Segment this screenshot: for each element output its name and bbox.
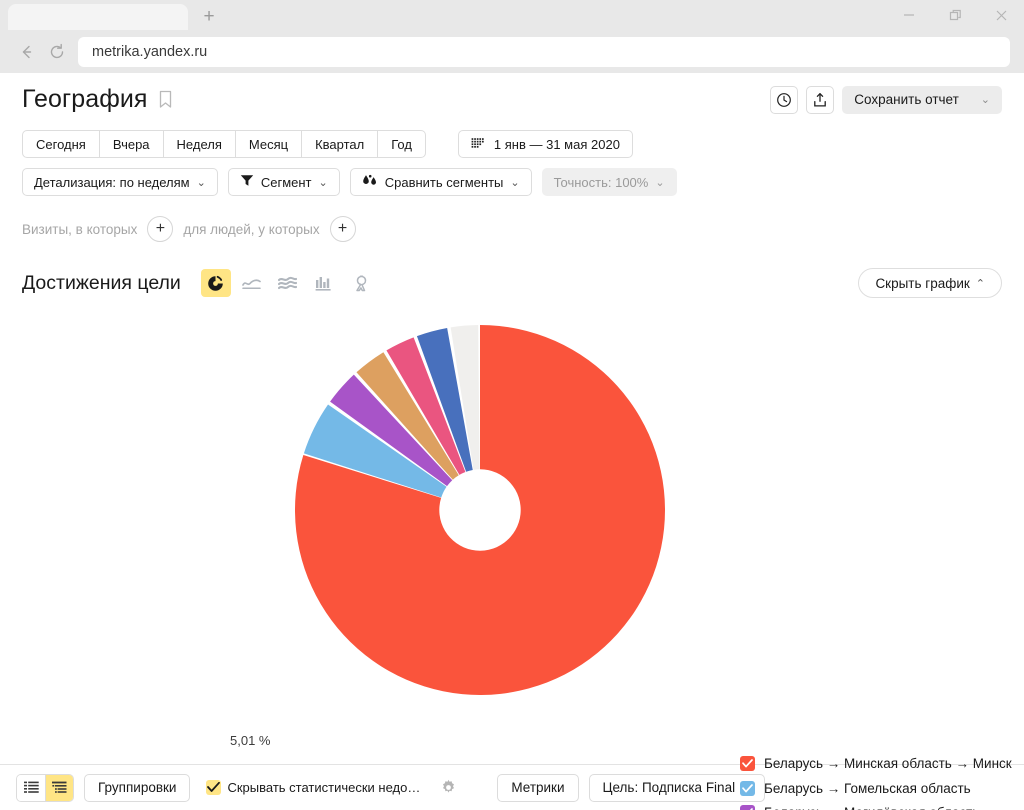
metrics-label: Метрики	[511, 780, 565, 795]
hide-chart-label: Скрыть график	[875, 275, 970, 291]
period-tab-group: Сегодня Вчера Неделя Месяц Квартал Год	[22, 130, 426, 158]
gear-icon[interactable]	[440, 779, 457, 796]
legend-checkbox[interactable]	[740, 805, 755, 810]
area-stacked-icon[interactable]	[273, 269, 303, 297]
page-title: География	[22, 85, 148, 113]
filters-row: Визиты, в которых + для людей, у которых…	[22, 216, 1002, 242]
compare-drops-icon	[362, 174, 378, 191]
period-tab-quarter[interactable]: Квартал	[302, 130, 379, 158]
legend-label: Беларусь → Минская область → Минск	[764, 756, 1012, 771]
new-tab-button[interactable]: +	[192, 3, 226, 29]
controls-row: Детализация: по неделям ⌄ Сегмент ⌄ Срав…	[22, 168, 1002, 196]
chart-title: Достижения цели	[22, 271, 181, 294]
address-bar-text: metrika.yandex.ru	[92, 43, 208, 60]
people-filter-label: для людей, у которых	[183, 221, 320, 237]
title-row: География Сохранить отчет ⌄	[22, 73, 1002, 114]
period-tab-yesterday[interactable]: Вчера	[99, 130, 164, 158]
chevron-down-icon: ⌄	[196, 176, 206, 189]
save-report-button[interactable]: Сохранить отчет ⌄	[842, 85, 1002, 114]
visits-filter-label: Визиты, в которых	[22, 221, 138, 237]
legend-label: Беларусь → Гомельская область	[764, 780, 971, 796]
accuracy-dropdown[interactable]: Точность: 100% ⌄	[541, 168, 677, 196]
legend-label: Беларусь → Могилёвская область	[764, 805, 979, 810]
add-people-filter-button[interactable]: +	[329, 216, 356, 242]
calendar-icon	[471, 137, 485, 151]
list-view-icon[interactable]	[17, 774, 45, 801]
chart-area: 5,01 % 79,8 % Беларусь → Минская область…	[22, 306, 1012, 810]
chevron-up-icon: ⌃	[975, 277, 985, 290]
tab-strip: +	[0, 0, 1024, 30]
period-tab-year[interactable]: Год	[378, 130, 426, 158]
detail-level-dropdown[interactable]: Детализация: по неделям ⌄	[22, 168, 218, 196]
legend-item[interactable]: Беларусь → Гомельская область	[740, 780, 1012, 796]
metrics-button[interactable]: Метрики	[497, 773, 579, 802]
chevron-down-icon: ⌄	[980, 94, 990, 106]
visualization-tabs	[200, 269, 375, 297]
date-range-picker[interactable]: 1 янв — 31 мая 2020	[457, 130, 633, 158]
legend-item[interactable]: Беларусь → Могилёвская область	[740, 805, 1012, 810]
funnel-icon	[240, 174, 254, 190]
bookmark-icon[interactable]	[158, 90, 173, 109]
address-bar[interactable]: metrika.yandex.ru	[78, 36, 1010, 67]
chevron-down-icon: ⌄	[655, 176, 665, 189]
report-content: География Сохранить отчет ⌄ Сегодня Вчер…	[0, 73, 1024, 810]
reload-icon[interactable]	[42, 37, 72, 67]
title-actions: Сохранить отчет ⌄	[770, 85, 1002, 114]
period-tab-today[interactable]: Сегодня	[22, 130, 100, 158]
close-icon[interactable]	[978, 0, 1024, 30]
groupings-label: Группировки	[98, 780, 177, 795]
detail-level-label: Детализация: по неделям	[34, 174, 190, 190]
line-chart-icon[interactable]	[237, 269, 267, 297]
period-tab-month[interactable]: Месяц	[235, 130, 303, 158]
back-arrow-icon[interactable]	[12, 37, 42, 67]
legend-checkbox[interactable]	[740, 756, 755, 771]
goal-label: Цель: Подписка Final	[602, 780, 736, 795]
pie-chart[interactable]	[280, 310, 680, 710]
clock-icon[interactable]	[770, 85, 799, 114]
view-toggle-group	[16, 773, 74, 802]
period-row: Сегодня Вчера Неделя Месяц Квартал Год 1…	[22, 130, 1002, 158]
groupings-button[interactable]: Группировки	[84, 773, 191, 802]
chevron-down-icon: ⌄	[318, 176, 328, 189]
minimize-icon[interactable]	[886, 0, 932, 30]
browser-tab[interactable]	[8, 4, 188, 30]
hide-insignificant-label: Скрывать статистически недо…	[227, 780, 421, 795]
period-tab-week[interactable]: Неделя	[163, 130, 236, 158]
page-content: География Сохранить отчет ⌄ Сегодня Вчер…	[0, 73, 1024, 810]
goal-dropdown[interactable]: Цель: Подписка Final ⌄	[588, 773, 766, 802]
save-report-label: Сохранить отчет	[854, 92, 959, 107]
legend-item[interactable]: Беларусь → Минская область → Минск	[740, 756, 1012, 771]
browser-window: + metrika.yandex.ru География Сохранить …	[0, 0, 1024, 810]
add-visit-filter-button[interactable]: +	[147, 216, 174, 242]
window-controls	[886, 0, 1024, 30]
segment-dropdown[interactable]: Сегмент ⌄	[227, 168, 340, 196]
share-upload-icon[interactable]	[806, 85, 835, 114]
hide-chart-button[interactable]: Скрыть график ⌃	[858, 268, 1002, 298]
chart-legend: Беларусь → Минская область → Минск Белару…	[740, 756, 1012, 810]
chevron-down-icon: ⌄	[510, 176, 520, 189]
legend-checkbox[interactable]	[740, 780, 755, 796]
compare-segments-label: Сравнить сегменты	[384, 174, 504, 190]
chart-header: Достижения цели Скрыть график ⌃	[22, 268, 1002, 298]
maximize-icon[interactable]	[932, 0, 978, 30]
date-range-label: 1 янв — 31 мая 2020	[493, 136, 620, 152]
segment-label: Сегмент	[260, 174, 312, 190]
accuracy-label: Точность: 100%	[553, 174, 649, 190]
pie-chart-icon[interactable]	[200, 269, 231, 297]
checkbox-checked-icon	[206, 780, 222, 795]
map-pin-icon[interactable]	[345, 269, 375, 297]
bottom-toolbar-right: Метрики Цель: Подписка Final ⌄	[497, 773, 766, 802]
hide-insignificant-checkbox[interactable]: Скрывать статистически недо…	[206, 780, 420, 795]
bar-chart-icon[interactable]	[309, 269, 339, 297]
compare-segments-dropdown[interactable]: Сравнить сегменты ⌄	[349, 168, 532, 196]
pie-label-gomel: 5,01 %	[230, 733, 271, 748]
tree-view-icon[interactable]	[45, 774, 73, 801]
url-bar-row: metrika.yandex.ru	[0, 30, 1024, 73]
